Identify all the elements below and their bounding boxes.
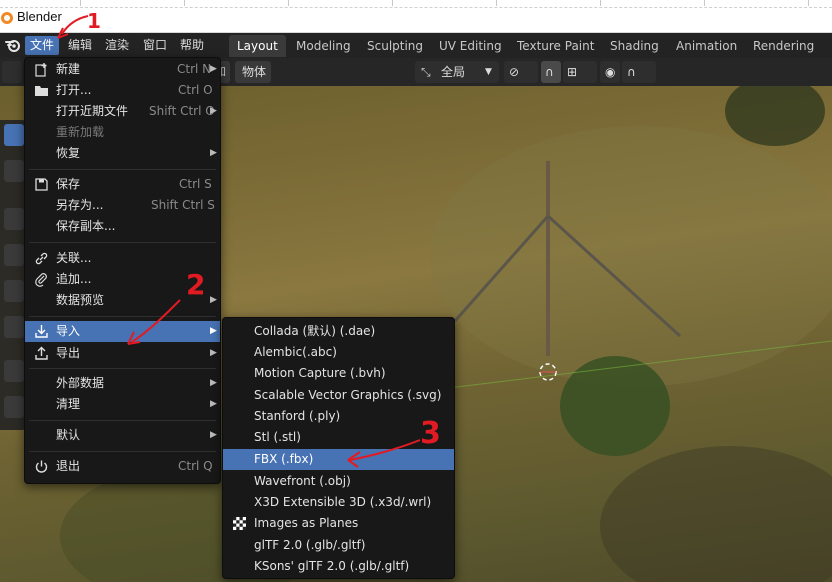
submenu-arrow-icon: ▶: [210, 348, 217, 358]
submenu-arrow-icon: ▶: [210, 399, 217, 409]
menu-separator: [29, 169, 216, 170]
import-item-motion-capture[interactable]: Motion Capture (.bvh): [223, 363, 454, 384]
import-item-x3d[interactable]: X3D Extensible 3D (.x3d/.wrl): [223, 492, 454, 513]
object-menu[interactable]: 物体: [235, 61, 271, 83]
save-icon: [35, 178, 48, 191]
tab-sculpting[interactable]: Sculpting: [359, 35, 431, 57]
falloff-icon: ∩: [627, 65, 636, 79]
import-icon: [35, 325, 48, 338]
tab-animation[interactable]: Animation: [668, 35, 745, 57]
tab-uv-editing[interactable]: UV Editing: [431, 35, 510, 57]
cursor-tool-button[interactable]: [4, 160, 24, 182]
window-titlebar: Blender: [0, 0, 832, 33]
select-tool-button[interactable]: [4, 124, 24, 146]
menu-item-save-copy[interactable]: 保存副本...: [25, 216, 220, 237]
tab-modeling[interactable]: Modeling: [288, 35, 359, 57]
menu-item-save[interactable]: 保存 Ctrl S: [25, 174, 220, 195]
import-item-svg[interactable]: Scalable Vector Graphics (.svg): [223, 385, 454, 406]
checker-icon: [233, 517, 246, 530]
append-icon: [35, 273, 47, 287]
snap-dropdown[interactable]: ⊘: [504, 61, 538, 83]
proportional-edit-toggle[interactable]: ◉: [600, 61, 620, 83]
menu-window[interactable]: 窗口: [138, 36, 172, 55]
import-item-alembic[interactable]: Alembic(.abc): [223, 342, 454, 363]
tab-shading[interactable]: Shading: [602, 35, 667, 57]
menu-file[interactable]: 文件: [25, 36, 60, 55]
snap-target-dropdown[interactable]: ⊞: [563, 61, 597, 83]
annotation-step-1: 1: [87, 9, 101, 33]
menu-item-reload: 重新加载: [56, 125, 105, 139]
menu-item-external-data[interactable]: 外部数据 ▶: [25, 373, 220, 394]
submenu-arrow-icon: ▶: [210, 378, 217, 388]
topbar: 文件 编辑 渲染 窗口 帮助 Layout Modeling Sculpting…: [0, 33, 832, 58]
folder-icon: [35, 86, 48, 96]
measure-tool-button[interactable]: [4, 396, 24, 418]
tool-shelf: [0, 120, 26, 430]
scale-tool-button[interactable]: [4, 280, 24, 302]
submenu-arrow-icon: ▶: [210, 64, 217, 74]
menu-separator: [29, 451, 216, 452]
import-item-wavefront[interactable]: Wavefront (.obj): [223, 471, 454, 492]
menu-item-clean-up[interactable]: 清理 ▶: [25, 394, 220, 415]
menu-help[interactable]: 帮助: [175, 36, 209, 55]
annotation-step-3: 3: [420, 416, 441, 451]
snap-toggle[interactable]: ∩: [541, 61, 561, 83]
tab-rendering[interactable]: Rendering: [745, 35, 822, 57]
window-title: Blender: [17, 9, 62, 24]
annotation-step-2: 2: [186, 268, 206, 301]
menu-item-quit[interactable]: 退出 Ctrl Q: [25, 456, 220, 477]
proportional-icon: ◉: [605, 65, 616, 79]
menu-item-export[interactable]: 导出 ▶: [25, 343, 220, 364]
new-file-icon: [35, 63, 47, 77]
transform-icon[interactable]: [2, 61, 22, 83]
blender-logo-icon[interactable]: [4, 36, 22, 54]
import-item-images-as-planes[interactable]: Images as Planes: [223, 513, 454, 534]
orientation-value: 全局: [441, 65, 466, 79]
menu-item-save-as[interactable]: 另存为... Shift Ctrl S: [25, 195, 220, 216]
menu-item-open[interactable]: 打开... Ctrl O: [25, 80, 220, 101]
import-item-fbx[interactable]: FBX (.fbx): [223, 449, 454, 470]
menu-item-link[interactable]: 关联...: [25, 248, 220, 269]
rotate-tool-button[interactable]: [4, 244, 24, 266]
magnet-icon: ∩: [545, 65, 554, 79]
chevron-down-icon: ▼: [485, 67, 492, 77]
orientation-icon: ⤡: [421, 65, 431, 79]
submenu-arrow-icon: ▶: [210, 430, 217, 440]
falloff-dropdown[interactable]: ∩: [622, 61, 656, 83]
menu-item-open-recent[interactable]: 打开近期文件 Shift Ctrl O ▶: [25, 101, 220, 122]
menu-edit[interactable]: 编辑: [63, 36, 97, 55]
tab-layout[interactable]: Layout: [229, 35, 286, 57]
submenu-arrow-icon: ▶: [210, 295, 217, 305]
export-icon: [35, 346, 48, 360]
submenu-arrow-icon: ▶: [210, 148, 217, 158]
menu-separator: [29, 368, 216, 369]
tab-texture-paint[interactable]: Texture Paint: [509, 35, 602, 57]
menu-render[interactable]: 渲染: [100, 36, 134, 55]
menu-item-import[interactable]: 导入 ▶: [25, 321, 220, 342]
transform-tool-button[interactable]: [4, 316, 24, 338]
orientation-dropdown[interactable]: ⤡ 全局 ▼: [415, 61, 499, 83]
quit-icon: [35, 460, 48, 473]
import-item-gltf[interactable]: glTF 2.0 (.glb/.gltf): [223, 535, 454, 556]
import-item-ksons-gltf[interactable]: KSons' glTF 2.0 (.glb/.gltf): [223, 556, 454, 577]
titlebar-ruler: [0, 0, 832, 8]
menu-separator: [29, 420, 216, 421]
menu-separator: [29, 316, 216, 317]
menu-item-new[interactable]: 新建 Ctrl N ▶: [25, 59, 220, 80]
link-icon: [35, 252, 48, 265]
snap-target-icon: ⊞: [567, 65, 578, 79]
import-item-collada[interactable]: Collada (默认) (.dae): [223, 321, 454, 342]
blender-app-icon: [1, 12, 13, 24]
menu-separator: [29, 242, 216, 243]
submenu-arrow-icon: ▶: [210, 106, 217, 116]
annotate-tool-button[interactable]: [4, 360, 24, 382]
menu-item-revert[interactable]: 恢复 ▶: [25, 143, 220, 164]
menu-item-defaults[interactable]: 默认 ▶: [25, 425, 220, 446]
move-tool-button[interactable]: [4, 208, 24, 230]
submenu-arrow-icon: ▶: [210, 326, 217, 336]
snap-icon: ⊘: [509, 65, 520, 79]
